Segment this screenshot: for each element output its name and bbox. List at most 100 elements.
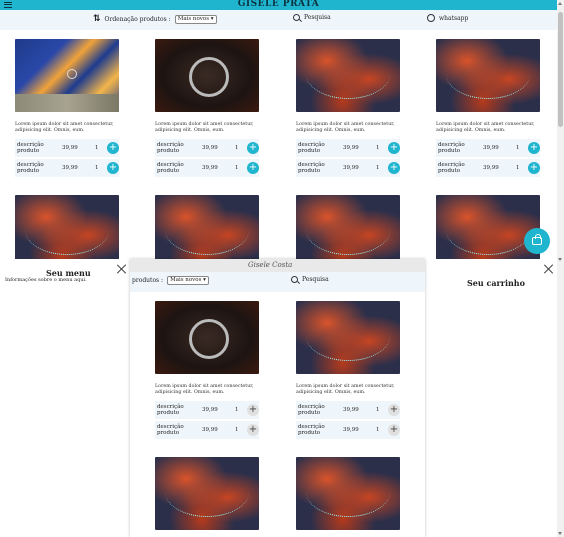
scroll-down-arrow-icon[interactable] (558, 258, 562, 261)
preview-sort-control[interactable]: produtos : Mais novos ▾ (132, 276, 209, 285)
whatsapp-label: whatsapp (439, 14, 469, 22)
scroll-thumb[interactable] (558, 12, 563, 127)
variant-price: 39,99 (343, 145, 359, 151)
page-scrollbar[interactable] (557, 0, 564, 537)
product-card[interactable]: Lorem ipsum dolor sit amet consectetur, … (155, 39, 259, 177)
add-to-cart-button[interactable]: + (247, 404, 259, 416)
variant-label: descrição produto (17, 162, 44, 174)
variant-price: 39,99 (202, 427, 218, 433)
preview-search-control[interactable]: Pesquisa (291, 276, 329, 283)
side-menu-panel: Seu menu Informações sobre o menu aqui. (0, 259, 130, 537)
variant-price: 39,99 (62, 145, 78, 151)
product-image[interactable] (436, 39, 540, 112)
variant-qty[interactable]: 1 (95, 145, 99, 151)
search-icon (293, 14, 300, 21)
product-card[interactable]: Lorem ipsum dolor sit amet consectetur, … (155, 301, 259, 439)
add-to-cart-button[interactable]: + (247, 162, 259, 174)
add-to-cart-button[interactable]: + (247, 142, 259, 154)
variant-row: descrição produto 39,99 1 + (436, 159, 540, 177)
top-bar: GISELE PRATA (0, 0, 557, 10)
variant-qty[interactable]: 1 (235, 145, 239, 151)
shopping-bag-icon (532, 234, 542, 245)
variant-qty[interactable]: 1 (95, 165, 99, 171)
whatsapp-icon (427, 14, 435, 22)
variant-row: descrição produto 39,99 1 + (15, 159, 119, 177)
variant-row: descrição produto 39,99 1 + (155, 159, 259, 177)
product-description: Lorem ipsum dolor sit amet consectetur, … (436, 122, 535, 133)
close-cart-icon[interactable] (544, 264, 554, 274)
add-to-cart-button[interactable]: + (107, 162, 119, 174)
product-card[interactable]: Lorem ipsum dolor sit amet consectetur, … (296, 39, 400, 177)
variant-label: descrição produto (298, 404, 325, 416)
add-to-cart-button[interactable]: + (528, 142, 540, 154)
product-card[interactable] (155, 457, 259, 530)
variant-qty[interactable]: 1 (376, 427, 380, 433)
menu-info: Informações sobre o menu aqui. (5, 277, 87, 283)
close-menu-icon[interactable] (117, 264, 127, 274)
floating-cart-button[interactable] (524, 228, 550, 254)
variant-row: descrição produto 39,99 1 + (155, 139, 259, 157)
product-image[interactable] (296, 457, 400, 530)
sort-control[interactable]: ⇅ Ordenação produtos : Mais novos ▾ (93, 14, 217, 24)
product-description: Lorem ipsum dolor sit amet consectetur, … (155, 122, 254, 133)
search-icon (291, 276, 298, 283)
product-description: Lorem ipsum dolor sit amet consectetur, … (15, 122, 114, 133)
preview-sort-label: produtos : (132, 277, 164, 284)
product-image[interactable] (296, 39, 400, 112)
preview-sort-select[interactable]: Mais novos ▾ (167, 276, 209, 285)
sort-icon: ⇅ (93, 14, 101, 24)
add-to-cart-button[interactable]: + (388, 404, 400, 416)
variant-label: descrição produto (157, 404, 184, 416)
variant-row: descrição produto 39,99 1 + (296, 139, 400, 157)
search-control[interactable]: Pesquisa (293, 14, 331, 21)
product-image[interactable] (155, 457, 259, 530)
product-card[interactable] (296, 195, 400, 268)
variant-price: 39,99 (202, 165, 218, 171)
variant-qty[interactable]: 1 (235, 427, 239, 433)
variant-label: descrição produto (298, 142, 325, 154)
product-image[interactable] (15, 195, 119, 268)
product-image[interactable] (155, 39, 259, 112)
product-card[interactable]: Lorem ipsum dolor sit amet consectetur, … (436, 39, 540, 177)
variant-price: 39,99 (343, 427, 359, 433)
variant-qty[interactable]: 1 (516, 165, 520, 171)
add-to-cart-button[interactable]: + (388, 424, 400, 436)
variant-qty[interactable]: 1 (376, 407, 380, 413)
variant-label: descrição produto (438, 142, 465, 154)
product-card[interactable]: Lorem ipsum dolor sit amet consectetur, … (15, 39, 119, 177)
product-image[interactable] (15, 39, 119, 112)
product-card[interactable] (436, 195, 540, 268)
variant-qty[interactable]: 1 (376, 165, 380, 171)
product-image[interactable] (436, 195, 540, 268)
product-image[interactable] (155, 301, 259, 374)
product-card[interactable]: Lorem ipsum dolor sit amet consectetur, … (296, 301, 400, 439)
variant-qty[interactable]: 1 (376, 145, 380, 151)
variant-row: descrição produto 39,99 1 + (155, 401, 259, 419)
preview-header: Gisele Costa (130, 259, 425, 272)
variant-row: descrição produto 39,99 1 + (296, 421, 400, 439)
center-preview-panel: Gisele Costa produtos : Mais novos ▾ Pes… (130, 259, 425, 537)
whatsapp-link[interactable]: whatsapp (427, 14, 468, 22)
product-image[interactable] (155, 195, 259, 268)
variant-row: descrição produto 39,99 1 + (296, 401, 400, 419)
add-to-cart-button[interactable]: + (528, 162, 540, 174)
variant-label: descrição produto (438, 162, 465, 174)
add-to-cart-button[interactable]: + (388, 142, 400, 154)
scroll-down-arrow-icon[interactable] (558, 532, 562, 535)
product-card[interactable] (296, 457, 400, 530)
variant-row: descrição produto 39,99 1 + (436, 139, 540, 157)
sort-select[interactable]: Mais novos ▾ (174, 14, 217, 24)
variant-qty[interactable]: 1 (235, 407, 239, 413)
variant-qty[interactable]: 1 (235, 165, 239, 171)
add-to-cart-button[interactable]: + (107, 142, 119, 154)
product-card[interactable] (15, 195, 119, 268)
scroll-up-arrow-icon[interactable] (558, 2, 562, 5)
variant-row: descrição produto 39,99 1 + (155, 421, 259, 439)
product-image[interactable] (296, 195, 400, 268)
preview-search-label: Pesquisa (302, 276, 329, 283)
variant-qty[interactable]: 1 (516, 145, 520, 151)
product-image[interactable] (296, 301, 400, 374)
add-to-cart-button[interactable]: + (247, 424, 259, 436)
product-card[interactable] (155, 195, 259, 268)
add-to-cart-button[interactable]: + (388, 162, 400, 174)
